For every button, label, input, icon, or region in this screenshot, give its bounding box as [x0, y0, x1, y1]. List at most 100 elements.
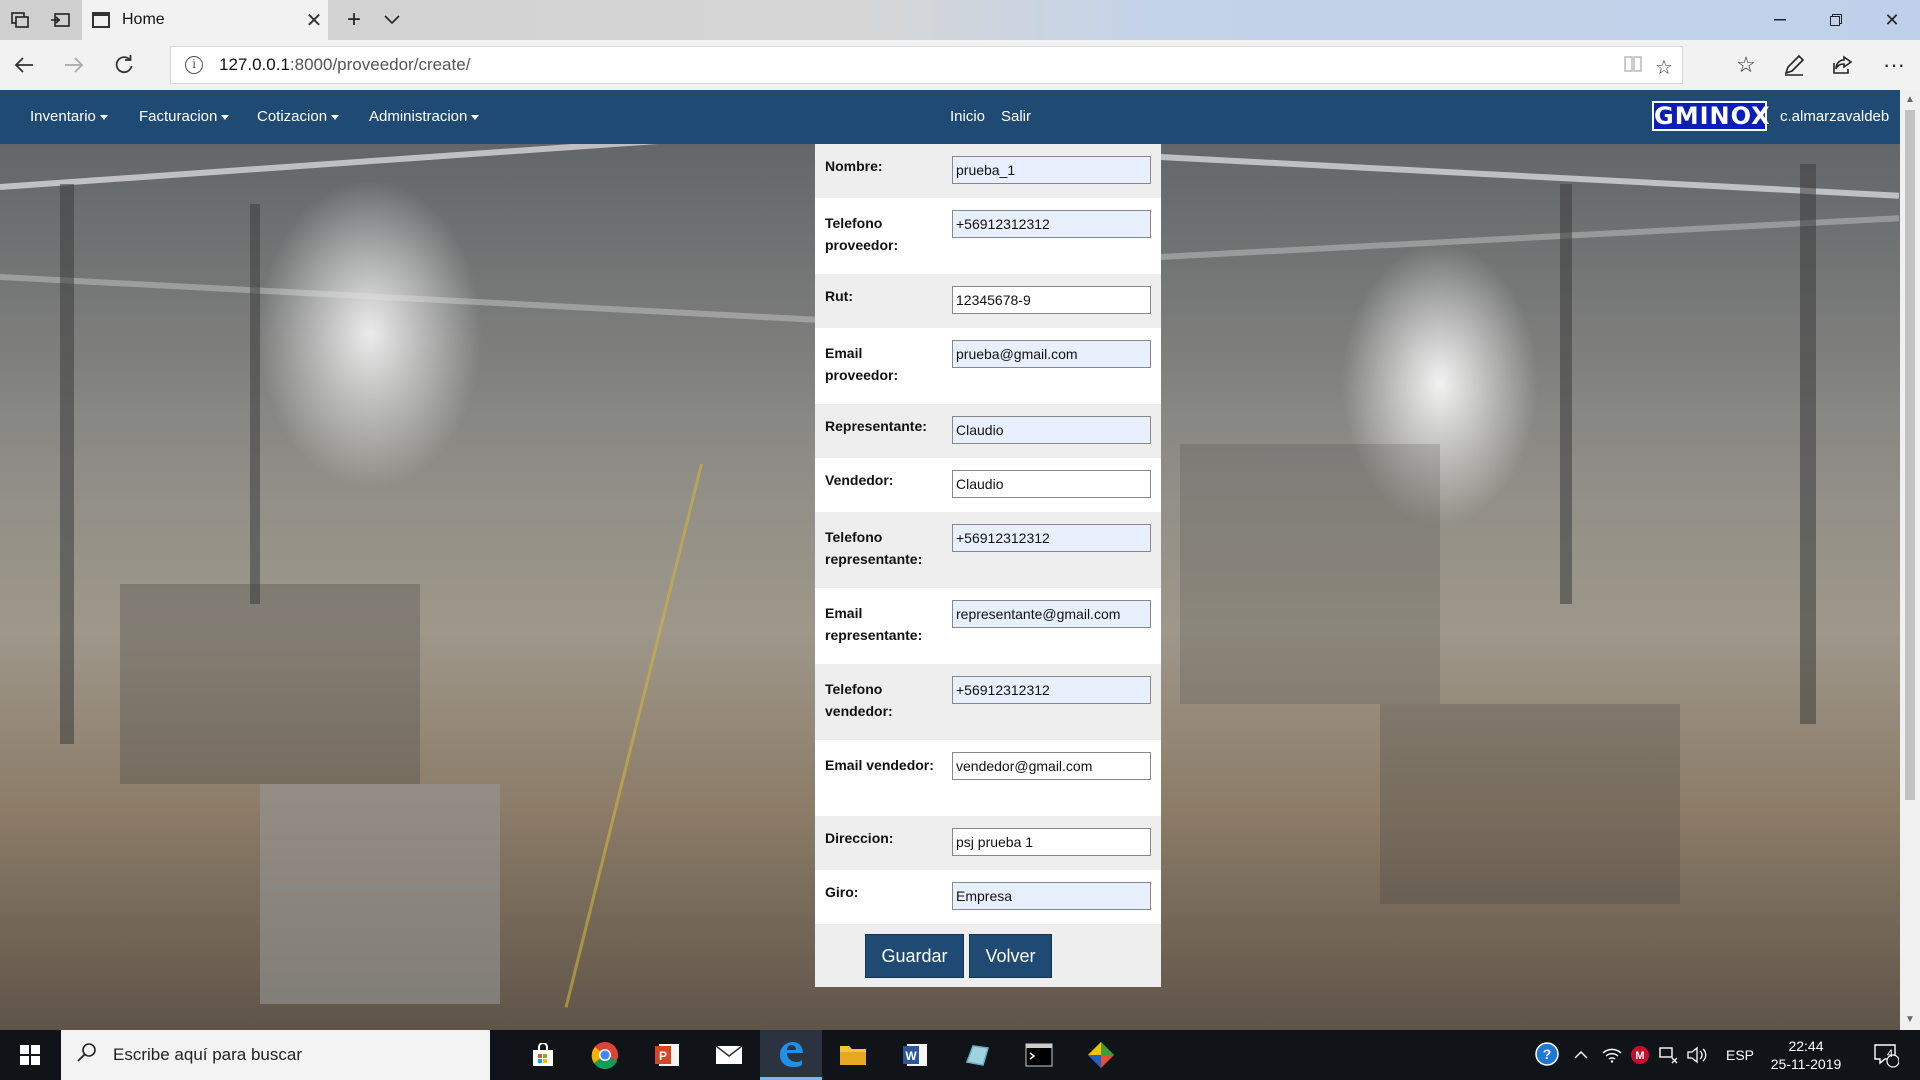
scrollbar-thumb[interactable] — [1905, 110, 1915, 800]
wifi-icon[interactable] — [1602, 1030, 1622, 1080]
form-row-email-representante: Email representante: — [815, 588, 1161, 664]
input-email-vendedor[interactable] — [952, 752, 1151, 780]
username-label: c.almarzavaldeb — [1780, 108, 1890, 125]
clock[interactable]: 22:44 25-11-2019 — [1766, 1030, 1846, 1080]
form-row-rut: Rut: — [815, 274, 1161, 328]
windows-start-icon[interactable] — [0, 1030, 60, 1080]
label-direccion: Direccion: — [825, 830, 894, 846]
input-nombre[interactable] — [952, 156, 1151, 184]
show-hidden-icons-chevron-icon[interactable] — [1574, 1030, 1588, 1080]
browser-tab-bar: Home ✕ + ✕ — [0, 0, 1920, 40]
close-tab-icon[interactable]: ✕ — [300, 8, 328, 33]
scroll-up-icon[interactable]: ▲ — [1900, 90, 1920, 110]
help-icon[interactable]: ? — [1534, 1030, 1562, 1080]
tab-home[interactable]: Home ✕ — [82, 0, 328, 40]
label-email-proveedor: Email proveedor: — [825, 345, 899, 383]
menu-facturacion[interactable]: Facturacion — [139, 90, 230, 144]
mail-app-icon[interactable] — [698, 1030, 760, 1080]
svg-text:M: M — [1635, 1050, 1644, 1062]
input-telefono-representante[interactable] — [952, 524, 1151, 552]
store-app-icon[interactable] — [512, 1030, 574, 1080]
reading-view-icon[interactable] — [1623, 55, 1643, 79]
menu-administracion[interactable]: Administracion — [369, 90, 480, 144]
share-icon[interactable] — [1818, 40, 1866, 90]
svg-text:W: W — [905, 1049, 917, 1063]
refresh-icon[interactable] — [100, 40, 148, 90]
input-email-representante[interactable] — [952, 600, 1151, 628]
sketch-app-icon[interactable] — [946, 1030, 1008, 1080]
taskbar-search-box[interactable]: Escribe aquí para buscar — [61, 1030, 490, 1080]
web-notes-pen-icon[interactable] — [1770, 40, 1818, 90]
menu-cotizacion[interactable]: Cotizacion — [257, 90, 340, 144]
form-row-email-vendedor: Email vendedor: — [815, 740, 1161, 816]
favorite-star-icon[interactable]: ☆ — [1655, 55, 1673, 80]
save-button[interactable]: Guardar — [865, 934, 964, 978]
url-text: 127.0.0.1:8000/proveedor/create/ — [219, 55, 470, 75]
label-representante: Representante: — [825, 418, 927, 434]
svg-text:?: ? — [1543, 1046, 1552, 1062]
input-telefono-proveedor[interactable] — [952, 210, 1151, 238]
label-email-representante: Email representante: — [825, 605, 923, 643]
form-row-telefono-proveedor: Telefono proveedor: — [815, 198, 1161, 274]
scroll-down-icon[interactable]: ▼ — [1900, 1010, 1920, 1030]
back-arrow-icon[interactable] — [0, 40, 48, 90]
more-options-icon[interactable]: ··· — [1870, 40, 1918, 90]
windows-taskbar: Escribe aquí para buscar P W ? M ESP 22:… — [0, 1030, 1920, 1080]
browser-address-bar: i 127.0.0.1:8000/proveedor/create/ ☆ ☆ ·… — [0, 40, 1920, 90]
forward-arrow-icon[interactable] — [50, 40, 98, 90]
menu-facturacion-label: Facturacion — [139, 108, 218, 125]
action-center-icon[interactable]: 4 — [1866, 1030, 1906, 1080]
page-viewport: Inventario Facturacion Cotizacion Admini… — [0, 90, 1900, 1030]
new-tab-icon[interactable]: + — [334, 0, 374, 40]
favorites-hub-icon[interactable]: ☆ — [1722, 40, 1770, 90]
terminal-app-icon[interactable] — [1008, 1030, 1070, 1080]
input-language[interactable]: ESP — [1726, 1030, 1754, 1080]
input-direccion[interactable] — [952, 828, 1151, 856]
tab-title: Home — [122, 11, 165, 28]
set-tabs-aside-icon[interactable] — [40, 0, 80, 40]
minimize-icon[interactable] — [1752, 0, 1808, 40]
form-row-representante: Representante: — [815, 404, 1161, 458]
back-button[interactable]: Volver — [969, 934, 1052, 978]
powerpoint-app-icon[interactable]: P — [636, 1030, 698, 1080]
label-telefono-representante: Telefono representante: — [825, 529, 923, 567]
clock-date: 25-11-2019 — [1770, 1056, 1842, 1072]
close-window-icon[interactable]: ✕ — [1864, 0, 1920, 40]
top-navbar: Inventario Facturacion Cotizacion Admini… — [0, 90, 1900, 144]
form-row-nombre: Nombre: — [815, 144, 1161, 198]
caret-down-icon — [221, 114, 230, 120]
input-giro[interactable] — [952, 882, 1151, 910]
link-salir[interactable]: Salir — [1001, 90, 1031, 144]
label-telefono-vendedor: Telefono vendedor: — [825, 681, 893, 719]
chrome-app-icon[interactable] — [574, 1030, 636, 1080]
page-scrollbar[interactable]: ▲ ▼ — [1900, 90, 1920, 1030]
git-app-icon[interactable] — [1070, 1030, 1132, 1080]
form-row-vendedor: Vendedor: — [815, 458, 1161, 512]
link-inicio[interactable]: Inicio — [950, 90, 985, 144]
brand-logo[interactable]: GMINOX — [1652, 101, 1771, 131]
restore-icon[interactable] — [1808, 0, 1864, 40]
site-info-icon[interactable]: i — [185, 56, 203, 74]
input-telefono-vendedor[interactable] — [952, 676, 1151, 704]
notification-count: 4 — [1887, 1048, 1894, 1060]
edge-app-icon[interactable] — [760, 1030, 822, 1080]
label-telefono-proveedor: Telefono proveedor: — [825, 215, 899, 253]
volume-icon[interactable] — [1686, 1030, 1708, 1080]
label-rut: Rut: — [825, 288, 853, 304]
network-icon[interactable] — [1658, 1030, 1678, 1080]
tab-manager-icon[interactable] — [0, 0, 40, 40]
menu-inventario[interactable]: Inventario — [30, 90, 108, 144]
form-row-telefono-representante: Telefono representante: — [815, 512, 1161, 588]
menu-administracion-label: Administracion — [369, 108, 468, 125]
input-representante[interactable] — [952, 416, 1151, 444]
input-vendedor[interactable] — [952, 470, 1151, 498]
word-app-icon[interactable]: W — [884, 1030, 946, 1080]
tab-preview-chevron-icon[interactable] — [372, 0, 412, 40]
input-rut[interactable] — [952, 286, 1151, 314]
file-explorer-app-icon[interactable] — [822, 1030, 884, 1080]
url-path: :8000/proveedor/create/ — [289, 55, 471, 74]
brand-text: GMINOX — [1654, 102, 1771, 130]
input-email-proveedor[interactable] — [952, 340, 1151, 368]
antivirus-icon[interactable]: M — [1630, 1030, 1650, 1080]
url-field[interactable]: i 127.0.0.1:8000/proveedor/create/ ☆ — [170, 46, 1683, 84]
